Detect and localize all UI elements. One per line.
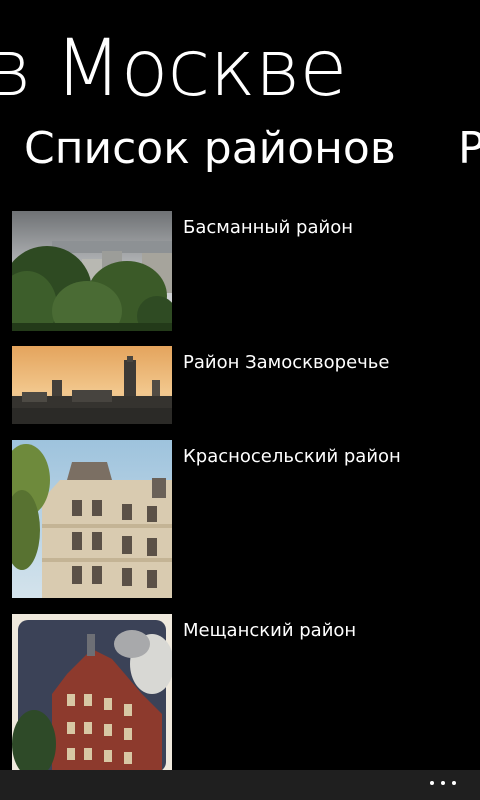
district-name: Мещанский район xyxy=(183,620,357,641)
pivot-header-current[interactable]: Список районов xyxy=(24,127,396,171)
list-item[interactable]: Красносельский район xyxy=(12,440,480,598)
more-dots-icon[interactable] xyxy=(430,778,458,788)
list-item[interactable]: Район Замоскворечье xyxy=(12,346,480,424)
meshchansky-photo xyxy=(12,614,172,772)
krasnoselsky-photo xyxy=(12,440,172,598)
list-item[interactable]: Басманный район xyxy=(12,211,480,331)
basmanny-photo xyxy=(12,211,172,331)
panorama-title: в Москве xyxy=(0,24,347,114)
list-item[interactable]: Мещанский район xyxy=(12,614,480,772)
district-name: Красносельский район xyxy=(183,446,401,467)
district-name: Район Замоскворечье xyxy=(183,352,390,373)
pivot-header-next[interactable]: Р xyxy=(458,127,480,171)
district-name: Басманный район xyxy=(183,217,353,238)
zamoskvorechye-photo xyxy=(12,346,172,424)
app-bar xyxy=(0,770,480,800)
